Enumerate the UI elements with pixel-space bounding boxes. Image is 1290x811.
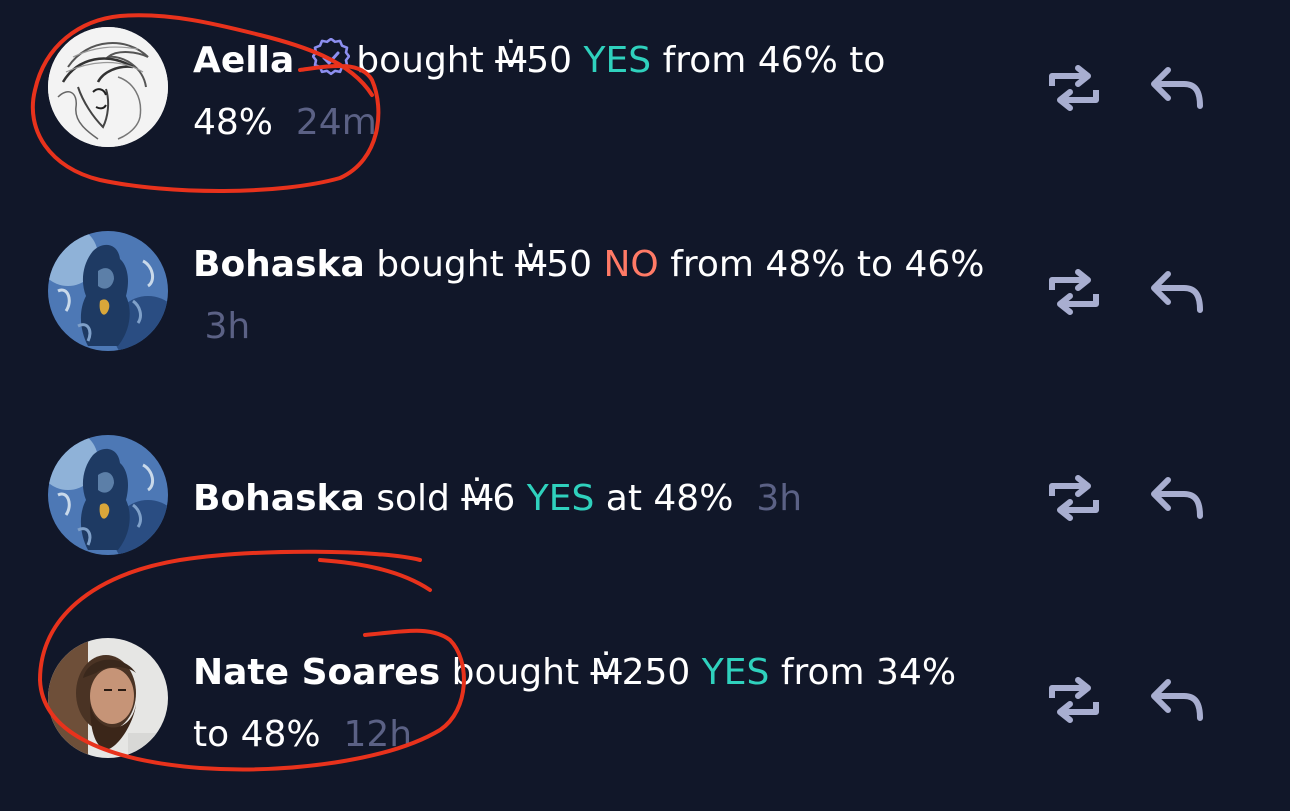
feed-item: Bohaska sold Ṁ6 YES at 48% 3h	[0, 420, 1290, 600]
probability-end: to 48%	[193, 714, 321, 755]
feed-item-text: Bohaska sold Ṁ6 YES at 48% 3h	[193, 468, 802, 530]
avatar-image-sketch	[48, 27, 168, 147]
feed-item-text: Bohaska bought Ṁ50 NO from 48% to 46% 3h	[193, 234, 984, 358]
amount: 6	[492, 478, 516, 519]
repost-icon[interactable]	[1042, 266, 1106, 318]
repost-icon[interactable]	[1042, 62, 1106, 114]
feed-item: Aella bought Ṁ50 YES from 46% to 48% 24m	[0, 0, 1290, 200]
outcome: YES	[526, 478, 595, 519]
feed-item: Bohaska bought Ṁ50 NO from 48% to 46% 3h	[0, 200, 1290, 420]
probability-end: 48%	[193, 102, 274, 143]
mana-symbol: Ṁ	[590, 652, 622, 693]
mana-symbol: Ṁ	[461, 478, 493, 519]
avatar[interactable]	[48, 638, 168, 758]
feed-item: Nate Soares bought Ṁ250 YES from 34% to …	[0, 600, 1290, 811]
reply-icon[interactable]	[1146, 674, 1210, 726]
verb: bought	[356, 40, 484, 81]
feed-item-text: Nate Soares bought Ṁ250 YES from 34% to …	[193, 642, 956, 766]
probability-change: from 48% to 46%	[670, 244, 985, 285]
mana-symbol: Ṁ	[495, 40, 527, 81]
amount: 50	[526, 40, 573, 81]
repost-icon[interactable]	[1042, 472, 1106, 524]
avatar[interactable]	[48, 27, 168, 147]
user-name[interactable]: Bohaska	[193, 478, 365, 519]
verb: sold	[376, 478, 450, 519]
avatar-image-photo	[48, 638, 168, 758]
avatar-image-painting	[48, 231, 168, 351]
feed-item-text: Aella bought Ṁ50 YES from 46% to 48% 24m	[193, 30, 885, 154]
probability-change: from 46% to	[662, 40, 886, 81]
repost-icon[interactable]	[1042, 674, 1106, 726]
timestamp: 3h	[204, 306, 251, 347]
mana-symbol: Ṁ	[515, 244, 547, 285]
timestamp: 3h	[756, 478, 803, 519]
verb: bought	[451, 652, 580, 693]
reply-icon[interactable]	[1146, 472, 1210, 524]
outcome: YES	[583, 40, 652, 81]
user-name[interactable]: Aella	[193, 40, 294, 81]
avatar[interactable]	[48, 435, 168, 555]
probability-change: from 34%	[780, 652, 957, 693]
amount: 50	[546, 244, 593, 285]
user-name[interactable]: Bohaska	[193, 244, 365, 285]
timestamp: 24m	[295, 102, 377, 143]
verb: bought	[376, 244, 504, 285]
probability-change: at 48%	[605, 478, 734, 519]
amount: 250	[621, 652, 691, 693]
reply-icon[interactable]	[1146, 266, 1210, 318]
outcome: YES	[701, 652, 770, 693]
verified-badge-icon	[312, 38, 351, 76]
avatar-image-painting	[48, 435, 168, 555]
activity-feed: Aella bought Ṁ50 YES from 46% to 48% 24m …	[0, 0, 1290, 811]
timestamp: 12h	[343, 714, 413, 755]
avatar[interactable]	[48, 231, 168, 351]
outcome: NO	[603, 244, 659, 285]
reply-icon[interactable]	[1146, 62, 1210, 114]
user-name[interactable]: Nate Soares	[193, 652, 440, 693]
